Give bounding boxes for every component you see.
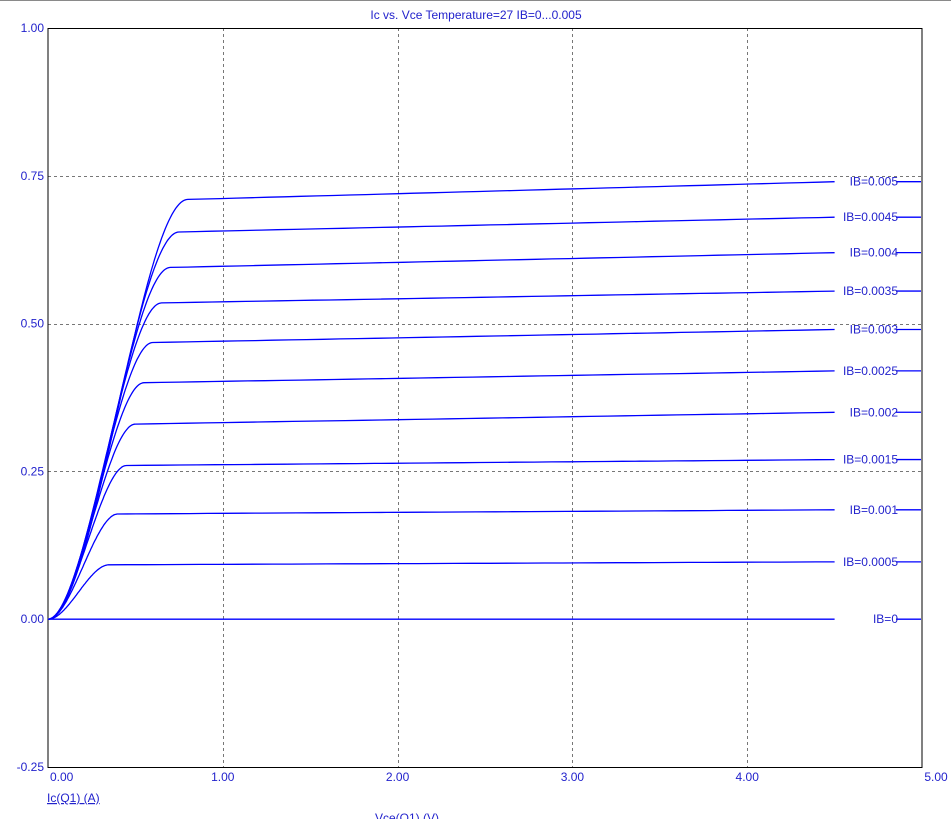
x-tick-label: 1.00 [211,770,235,784]
y-tick-label: 0.50 [21,317,45,331]
series-line [47,370,835,620]
y-tick-label: 0.00 [21,612,45,626]
x-tick-label: 4.00 [736,770,760,784]
series-line [47,411,835,620]
series-line [47,290,835,620]
y-axis-label: Ic(Q1) (A) [47,791,100,805]
series-line [48,561,835,620]
grid-lines [48,28,922,767]
y-tick-label: 1.00 [21,21,45,35]
series-label: IB=0.0005 [843,555,898,569]
series-label: IB=0.004 [850,246,899,260]
series-label: IB=0.0045 [843,210,898,224]
series-label: IB=0.005 [850,175,899,189]
curve-group [47,181,835,620]
series-label: IB=0.0025 [843,364,898,378]
series-label: IB=0.003 [850,323,899,337]
iv-characteristic-chart: Ic vs. Vce Temperature=27 IB=0...0.005 0… [0,0,951,819]
series-label: IB=0.0035 [843,284,898,298]
series-label: IB=0.0015 [843,453,898,467]
x-tick-label: 5.00 [924,770,948,784]
chart-title: Ic vs. Vce Temperature=27 IB=0...0.005 [370,8,582,22]
y-tick-label: -0.25 [17,760,45,774]
series-label: IB=0.002 [850,405,899,419]
series-line [47,458,835,620]
x-tick-label: 2.00 [386,770,410,784]
y-tick-label: 0.75 [21,169,45,183]
plot-frame [47,28,923,768]
tick-labels: 0.00 1.00 2.00 3.00 4.00 5.00 -0.25 0.00 0.25 0.5… [17,21,948,784]
series-line [47,181,835,620]
curve-labels: IB=0 IB=0.0005 IB=0.001 IB=0.0015 IB=0.002 IB… [843,175,921,626]
x-tick-label: 3.00 [561,770,585,784]
series-label: IB=0 [873,612,898,626]
series-label: IB=0.001 [850,503,899,517]
x-axis-label: Vce(Q1) (V) [375,811,439,819]
y-tick-label: 0.25 [21,464,45,478]
series-line [47,216,835,620]
x-tick-label: 0.00 [50,770,74,784]
